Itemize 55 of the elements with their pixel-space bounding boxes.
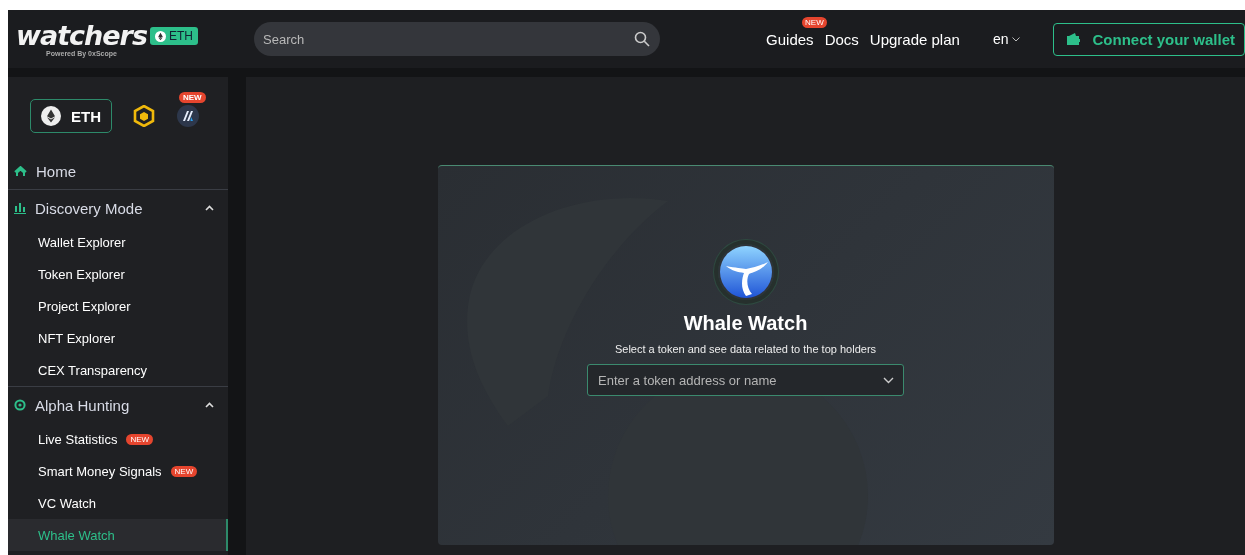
chevron-down-icon xyxy=(883,377,894,384)
whale-tail-logo-icon xyxy=(717,244,774,300)
new-badge: NEW xyxy=(179,92,206,103)
nav-link[interactable]: Docs xyxy=(824,30,859,48)
sidebar-item[interactable]: VC Watch xyxy=(8,487,228,519)
item-label: Wallet Explorer xyxy=(38,234,126,250)
item-label: Live Statistics xyxy=(38,431,118,447)
sidebar-item[interactable]: CEX Transparency xyxy=(8,354,228,386)
sidebar-item[interactable]: Whale Watch xyxy=(8,519,228,551)
sidebar-section-header[interactable]: Discovery Mode xyxy=(8,190,228,226)
hexagon-cube-icon xyxy=(133,105,155,127)
connect-wallet-button[interactable]: Connect your wallet xyxy=(1053,22,1245,56)
search-icon xyxy=(634,31,650,47)
chain-tab[interactable] xyxy=(132,104,156,128)
item-label: VC Watch xyxy=(38,495,97,511)
nav-link[interactable]: Guides xyxy=(766,30,814,48)
item-label: Smart Money Signals xyxy=(38,463,162,479)
sidebar-item[interactable]: Smart Money Signals NEW xyxy=(8,455,228,487)
chain-tab[interactable]: ETH xyxy=(30,99,112,133)
arbitrum-icon xyxy=(177,105,199,127)
sidebar-item[interactable]: Project Explorer xyxy=(8,290,228,322)
item-label: NFT Explorer xyxy=(38,330,116,346)
section-label: Alpha Hunting xyxy=(35,396,130,414)
chain-chip: ETH xyxy=(150,27,198,45)
sidebar-item[interactable]: Wallet Explorer xyxy=(8,226,228,258)
wallet-icon xyxy=(1066,33,1081,45)
item-label: Project Explorer xyxy=(38,298,131,314)
nav-link[interactable]: Upgrade plan xyxy=(869,30,960,48)
ethereum-icon xyxy=(41,106,61,126)
section-label: Home xyxy=(36,162,76,180)
sidebar-section-header[interactable]: Home xyxy=(8,153,228,189)
chevron-down-icon xyxy=(1012,36,1021,42)
section-label: Discovery Mode xyxy=(35,199,143,217)
language-selector[interactable]: en xyxy=(986,30,1027,48)
sidebar-item[interactable]: Live Statistics NEW xyxy=(8,423,228,455)
search-field[interactable]: Search xyxy=(254,22,660,56)
logo-wordmark: watchers xyxy=(16,21,147,50)
page-subtitle: Select a token and see data related to the top holders xyxy=(614,343,877,355)
chevron-up-icon xyxy=(205,205,214,211)
new-badge: NEW xyxy=(170,465,198,477)
target-icon xyxy=(14,399,26,411)
token-select[interactable]: Enter a token address or name xyxy=(587,364,904,396)
chevron-up-icon xyxy=(205,402,214,408)
new-badge: NEW xyxy=(126,433,154,445)
item-label: CEX Transparency xyxy=(38,362,148,378)
sidebar-item[interactable]: NFT Explorer xyxy=(8,322,228,354)
item-label: Token Explorer xyxy=(38,266,125,282)
sidebar-item[interactable]: Token Explorer xyxy=(8,258,228,290)
sidebar-section-header[interactable]: Alpha Hunting xyxy=(8,387,228,423)
bar-chart-icon xyxy=(14,202,26,214)
item-label: Whale Watch xyxy=(38,527,115,543)
ethereum-icon xyxy=(155,30,166,42)
home-icon xyxy=(14,165,27,177)
page-title: Whale Watch xyxy=(683,312,808,335)
new-badge: NEW xyxy=(802,16,827,28)
